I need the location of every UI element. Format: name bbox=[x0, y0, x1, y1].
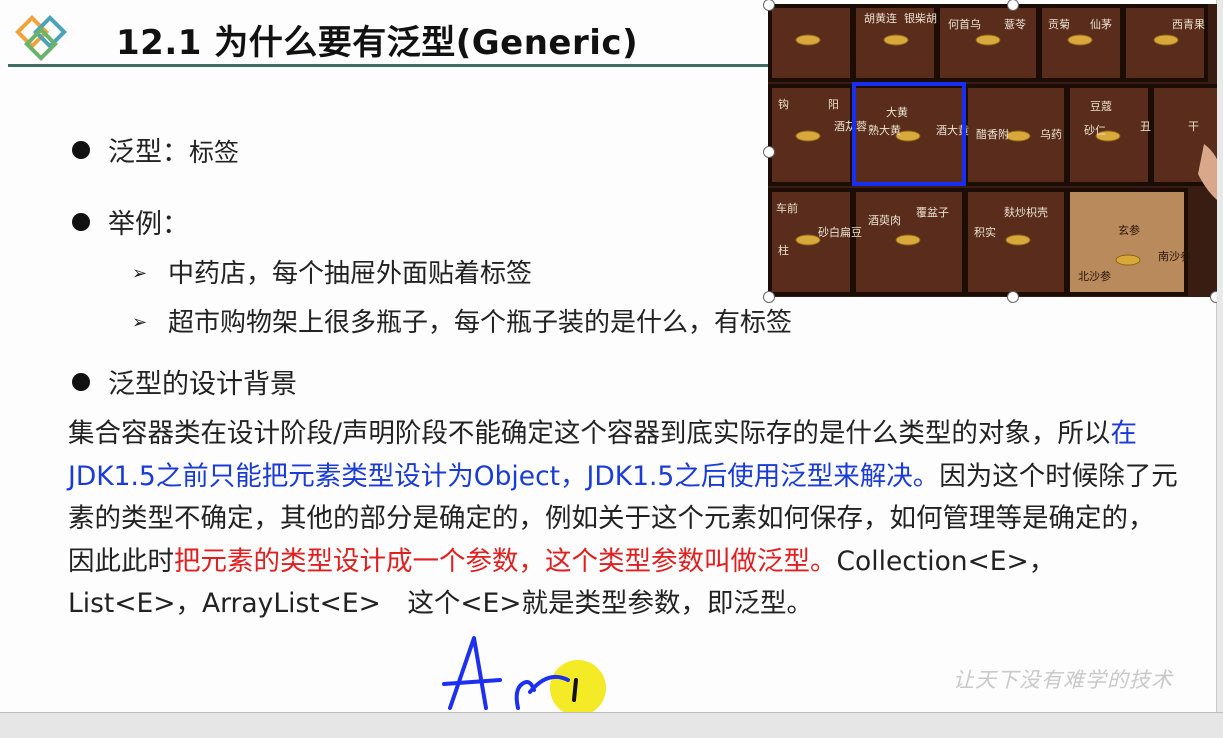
slide-title: 12.1 为什么要有泛型(Generic) bbox=[116, 23, 639, 63]
svg-text:砂白扁豆: 砂白扁豆 bbox=[818, 225, 862, 239]
editor-status-strip bbox=[0, 712, 1223, 738]
arrow-bullet-icon: ➢ bbox=[132, 263, 148, 284]
svg-text:仙茅: 仙茅 bbox=[1090, 18, 1112, 31]
svg-text:西青果: 西青果 bbox=[1172, 18, 1205, 31]
bullet-dot-icon bbox=[72, 373, 90, 391]
example-item-supermarket: ➢ 超市购物架上很多瓶子，每个瓶子装的是什么，有标签 bbox=[132, 308, 793, 338]
background-paragraph: 集合容器类在设计阶段/声明阶段不能确定这个容器到底实际存的是什么类型的对象，所以… bbox=[68, 418, 1178, 619]
scroll-edge bbox=[1217, 0, 1223, 712]
svg-text:乌药: 乌药 bbox=[1040, 127, 1062, 141]
svg-text:熟大黄: 熟大黄 bbox=[868, 123, 901, 137]
svg-text:钩: 钩 bbox=[778, 97, 789, 111]
svg-text:何首乌: 何首乌 bbox=[948, 17, 981, 31]
svg-text:酒苁蓉: 酒苁蓉 bbox=[834, 120, 867, 133]
svg-text:积实: 积实 bbox=[974, 225, 996, 239]
arrow-bullet-icon: ➢ bbox=[132, 312, 148, 333]
svg-text:干: 干 bbox=[1188, 120, 1199, 133]
svg-text:北沙参: 北沙参 bbox=[1078, 269, 1111, 283]
svg-text:大黄: 大黄 bbox=[886, 105, 908, 119]
bullet-generic-label: 泛型：标签 bbox=[72, 130, 239, 169]
svg-text:豆蔻: 豆蔻 bbox=[1090, 100, 1112, 113]
svg-text:胡黄连: 胡黄连 bbox=[864, 11, 897, 25]
resize-handle[interactable] bbox=[763, 291, 775, 303]
svg-text:南沙参: 南沙参 bbox=[1158, 249, 1191, 263]
svg-text:阳: 阳 bbox=[828, 98, 839, 111]
svg-text:酒萸肉: 酒萸肉 bbox=[868, 214, 901, 227]
resize-handle[interactable] bbox=[1007, 291, 1019, 303]
svg-text:柱: 柱 bbox=[778, 243, 789, 257]
svg-text:砂仁: 砂仁 bbox=[1084, 124, 1106, 137]
svg-text:薏苓: 薏苓 bbox=[1004, 17, 1026, 31]
title-underline bbox=[8, 64, 768, 67]
svg-text:车前: 车前 bbox=[776, 201, 798, 215]
svg-text:覆盆子: 覆盆子 bbox=[916, 205, 949, 219]
highlight-red-text: 把元素的类型设计成一个参数，这个类型参数叫做泛型。 bbox=[174, 545, 837, 577]
bullet-design-background: 泛型的设计背景 bbox=[72, 362, 297, 401]
logo-diamonds-icon bbox=[15, 15, 67, 61]
example-item-pharmacy: ➢ 中药店，每个抽屉外面贴着标签 bbox=[132, 259, 533, 289]
svg-text:玄参: 玄参 bbox=[1118, 223, 1140, 237]
svg-text:贡菊: 贡菊 bbox=[1048, 18, 1070, 31]
bullet-example: 举例： bbox=[72, 202, 189, 241]
handwriting-annotation bbox=[442, 636, 606, 712]
svg-text:麸炒枳壳: 麸炒枳壳 bbox=[1004, 205, 1048, 219]
svg-text:醋香附: 醋香附 bbox=[976, 127, 1009, 141]
watermark: 让天下没有难学的技术 bbox=[953, 668, 1173, 692]
svg-text:丑: 丑 bbox=[1140, 120, 1151, 133]
medicine-cabinet-photo[interactable]: 胡黄连 银柴胡 何首乌 薏苓 贡菊 仙茅 西青果 钩 阳 酒苁蓉 大黄 熟大黄 … bbox=[768, 4, 1222, 297]
resize-handle[interactable] bbox=[763, 146, 775, 158]
bullet-dot-icon bbox=[72, 141, 90, 159]
svg-text:银柴胡: 银柴胡 bbox=[904, 11, 937, 25]
bullet-dot-icon bbox=[72, 213, 90, 231]
pointer-highlight bbox=[550, 660, 606, 712]
